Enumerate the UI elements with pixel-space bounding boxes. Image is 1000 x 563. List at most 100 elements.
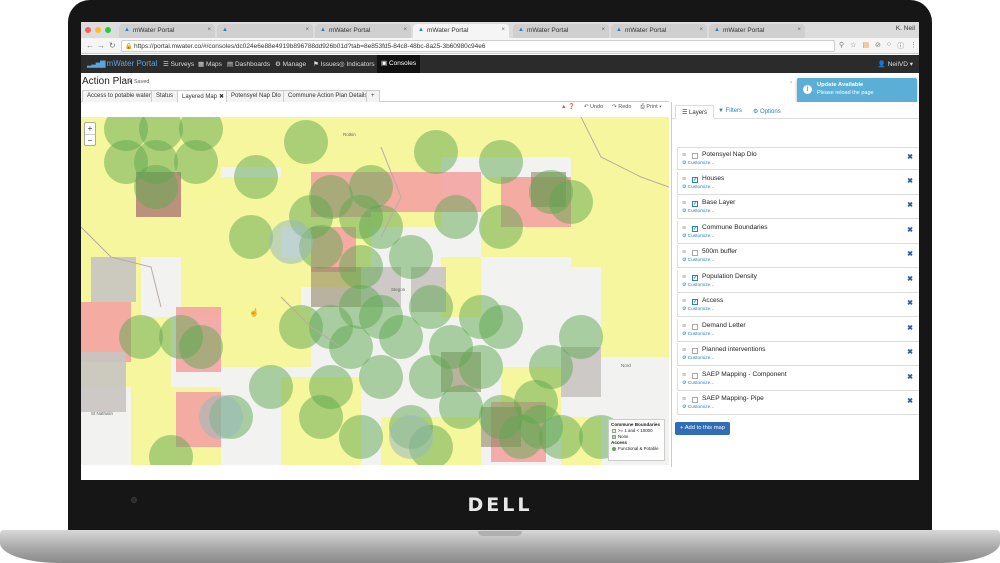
layer-visibility-checkbox[interactable] [692,250,698,256]
access-point-marker[interactable] [459,345,503,389]
remove-layer-icon[interactable]: ✖ [907,324,913,332]
access-point-marker[interactable] [549,180,593,224]
tab-options[interactable]: ⚙ Options [747,105,787,119]
tab-layers[interactable]: ☰ Layers [675,105,715,119]
nav-item-indicators[interactable]: ◎ Indicators [339,60,375,68]
access-point-marker[interactable] [479,140,523,184]
customize-link[interactable]: ⚙ Customize... [682,258,714,263]
zoom-out-button[interactable]: − [85,134,95,145]
browser-tab[interactable]: ▲ mWater Portal × [611,24,707,38]
close-tab-icon[interactable]: × [207,27,211,33]
layer-visibility-checkbox[interactable] [692,348,698,354]
access-point-marker[interactable] [299,395,343,439]
drag-handle-icon[interactable]: ≡ [682,396,686,403]
layer-visibility-checkbox[interactable] [692,153,698,159]
access-point-marker[interactable] [434,195,478,239]
layered-map[interactable]: Rotkin Stegon St Nathalin Nord + − ☝ Com… [81,117,669,465]
customize-link[interactable]: ⚙ Customize... [682,405,714,410]
nav-item-consoles[interactable]: ▣ Consoles [377,55,421,73]
remove-layer-icon[interactable]: ✖ [907,250,913,258]
remove-layer-icon[interactable]: ✖ [907,201,913,209]
console-tab[interactable]: Access to potable water [82,90,156,102]
access-point-marker[interactable] [284,120,328,164]
remove-layer-icon[interactable]: ✖ [907,153,913,161]
redo-button[interactable]: ↷ Redo [612,104,631,111]
access-point-marker[interactable] [439,385,483,429]
customize-link[interactable]: ⚙ Customize... [682,332,714,337]
drag-handle-icon[interactable]: ≡ [682,225,686,232]
drag-handle-icon[interactable]: ≡ [682,298,686,305]
tab-filters[interactable]: ▼ Filters [712,105,748,119]
drag-handle-icon[interactable]: ≡ [682,249,686,256]
remove-layer-icon[interactable]: ✖ [907,373,913,381]
customize-link[interactable]: ⚙ Customize... [682,209,714,214]
customize-link[interactable]: ⚙ Customize... [682,283,714,288]
close-tab-icon[interactable]: × [699,27,703,33]
access-point-marker[interactable] [249,365,293,409]
access-point-marker[interactable] [559,315,603,359]
access-point-marker[interactable] [379,315,423,359]
drag-handle-icon[interactable]: ≡ [682,176,686,183]
browser-tab[interactable]: ▲ mWater Portal × [709,24,805,38]
access-point-marker[interactable] [234,155,278,199]
browser-tab[interactable]: ▲ × [217,24,313,38]
add-tab-button[interactable]: + [366,90,380,102]
nav-item-issues[interactable]: ⚑ Issues [313,60,339,68]
remove-layer-icon[interactable]: ✖ [907,348,913,356]
back-arrow-icon[interactable]: ← [86,41,94,50]
drag-handle-icon[interactable]: ≡ [682,274,686,281]
remove-layer-icon[interactable]: ✖ [907,397,913,405]
access-point-marker[interactable] [104,140,148,184]
access-point-marker[interactable] [119,315,163,359]
access-point-marker[interactable] [174,140,218,184]
layer-visibility-checkbox[interactable]: ✓ [692,201,698,207]
customize-link[interactable]: ⚙ Customize... [682,381,714,386]
menu-kebab-icon[interactable]: ⋮ [910,41,917,51]
layer-visibility-checkbox[interactable] [692,323,698,330]
block-icon[interactable]: ⊘ [875,41,881,51]
access-point-marker[interactable] [479,205,523,249]
reload-icon[interactable]: ↻ [109,41,116,50]
browser-tab[interactable]: ▲ mWater Portal × [315,24,411,38]
drag-handle-icon[interactable]: ≡ [682,323,686,330]
access-point-marker[interactable] [389,415,433,459]
access-point-marker[interactable] [199,395,243,439]
drag-handle-icon[interactable]: ≡ [682,347,686,354]
console-tab[interactable]: Potensyel Nap Dlo [226,90,286,102]
access-point-marker[interactable] [389,235,433,279]
collapse-panel-icon[interactable]: ▫ [790,80,792,86]
maximize-window-button[interactable] [105,27,111,33]
layer-visibility-checkbox[interactable]: ✓ [692,225,698,232]
drag-handle-icon[interactable]: ≡ [682,200,686,207]
search-icon[interactable]: ⚲ [839,41,844,51]
close-tab-icon[interactable]: × [601,27,605,33]
close-tab-icon[interactable]: ✖ [219,94,224,100]
access-point-marker[interactable] [339,415,383,459]
remove-layer-icon[interactable]: ✖ [907,275,913,283]
layer-visibility-checkbox[interactable]: ✓ [692,299,698,305]
close-window-button[interactable] [85,27,91,33]
remove-layer-icon[interactable]: ✖ [907,177,913,185]
console-tab[interactable]: Status [151,90,179,102]
layer-visibility-checkbox[interactable] [692,397,698,403]
add-layer-button[interactable]: + Add to this map [675,422,730,435]
undo-button[interactable]: ↶ Undo [584,104,603,111]
customize-link[interactable]: ⚙ Customize... [682,234,714,239]
access-point-marker[interactable] [279,305,323,349]
layer-visibility-checkbox[interactable]: ✓ [692,176,698,183]
customize-link[interactable]: ⚙ Customize... [682,161,714,166]
layer-visibility-checkbox[interactable] [692,372,698,379]
remove-layer-icon[interactable]: ✖ [907,226,913,234]
browser-tab[interactable]: ▲ mWater Portal × [513,24,609,38]
console-tab[interactable]: Layered Map ✖ [177,90,230,102]
zoom-in-button[interactable]: + [85,123,95,134]
access-point-marker[interactable] [359,355,403,399]
rss-icon[interactable]: ▤ [862,41,869,51]
star-icon[interactable]: ☆ [850,41,856,51]
layer-visibility-checkbox[interactable]: ✓ [692,274,698,281]
access-point-marker[interactable] [229,215,273,259]
browser-tab[interactable]: ▲ mWater Portal × [119,24,215,38]
close-tab-icon[interactable]: × [797,27,801,33]
remove-layer-icon[interactable]: ✖ [907,299,913,307]
customize-link[interactable]: ⚙ Customize... [682,307,714,312]
